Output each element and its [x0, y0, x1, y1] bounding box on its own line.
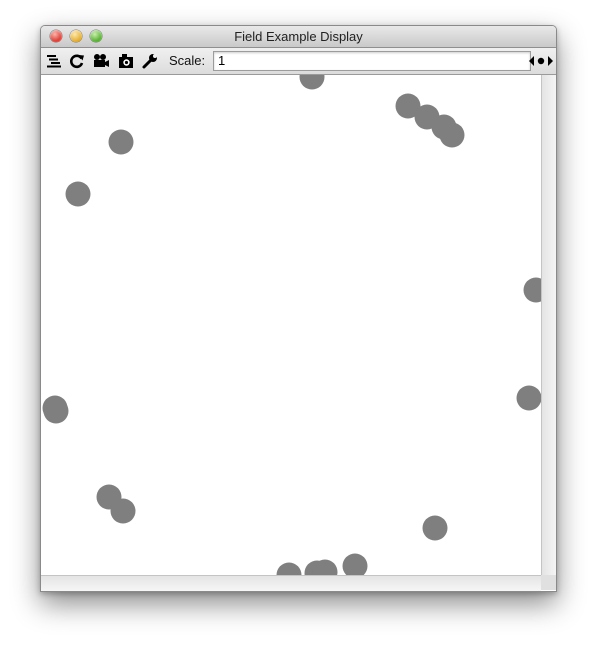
agent-circle [276, 562, 302, 575]
agent-circle [516, 385, 541, 411]
scale-dot-icon [537, 57, 545, 65]
agent-circle [299, 75, 325, 90]
agent-circle [342, 553, 368, 575]
field-display[interactable] [41, 75, 541, 575]
horizontal-scrollbar[interactable] [41, 575, 541, 591]
agent-circle [523, 277, 541, 303]
snapshot-camera-icon[interactable] [117, 52, 135, 70]
vertical-scrollbar[interactable] [541, 75, 556, 575]
wrench-icon[interactable] [141, 52, 159, 70]
scale-increase-icon [548, 56, 553, 66]
scrollbar-corner [541, 575, 556, 590]
field-canvas[interactable] [41, 75, 541, 575]
display-toolbar: Scale: 1 [41, 48, 556, 75]
refresh-icon[interactable] [68, 52, 86, 70]
movie-camera-icon[interactable] [92, 52, 110, 70]
agent-circle [439, 122, 465, 148]
agent-circle [43, 398, 69, 424]
scale-label: Scale: [169, 53, 206, 68]
agent-circle [110, 498, 136, 524]
agent-circle [422, 515, 448, 541]
layers-icon[interactable] [45, 52, 63, 70]
scale-stepper[interactable] [528, 52, 554, 70]
window-title: Field Example Display [234, 29, 363, 44]
agent-circle [65, 181, 91, 207]
scale-decrease-icon [529, 56, 534, 66]
title-bar[interactable]: Field Example Display [41, 26, 556, 48]
scale-input[interactable]: 1 [213, 51, 531, 71]
field-example-window: Field Example Display Scale: 1 [40, 25, 557, 592]
agent-circle [108, 129, 134, 155]
